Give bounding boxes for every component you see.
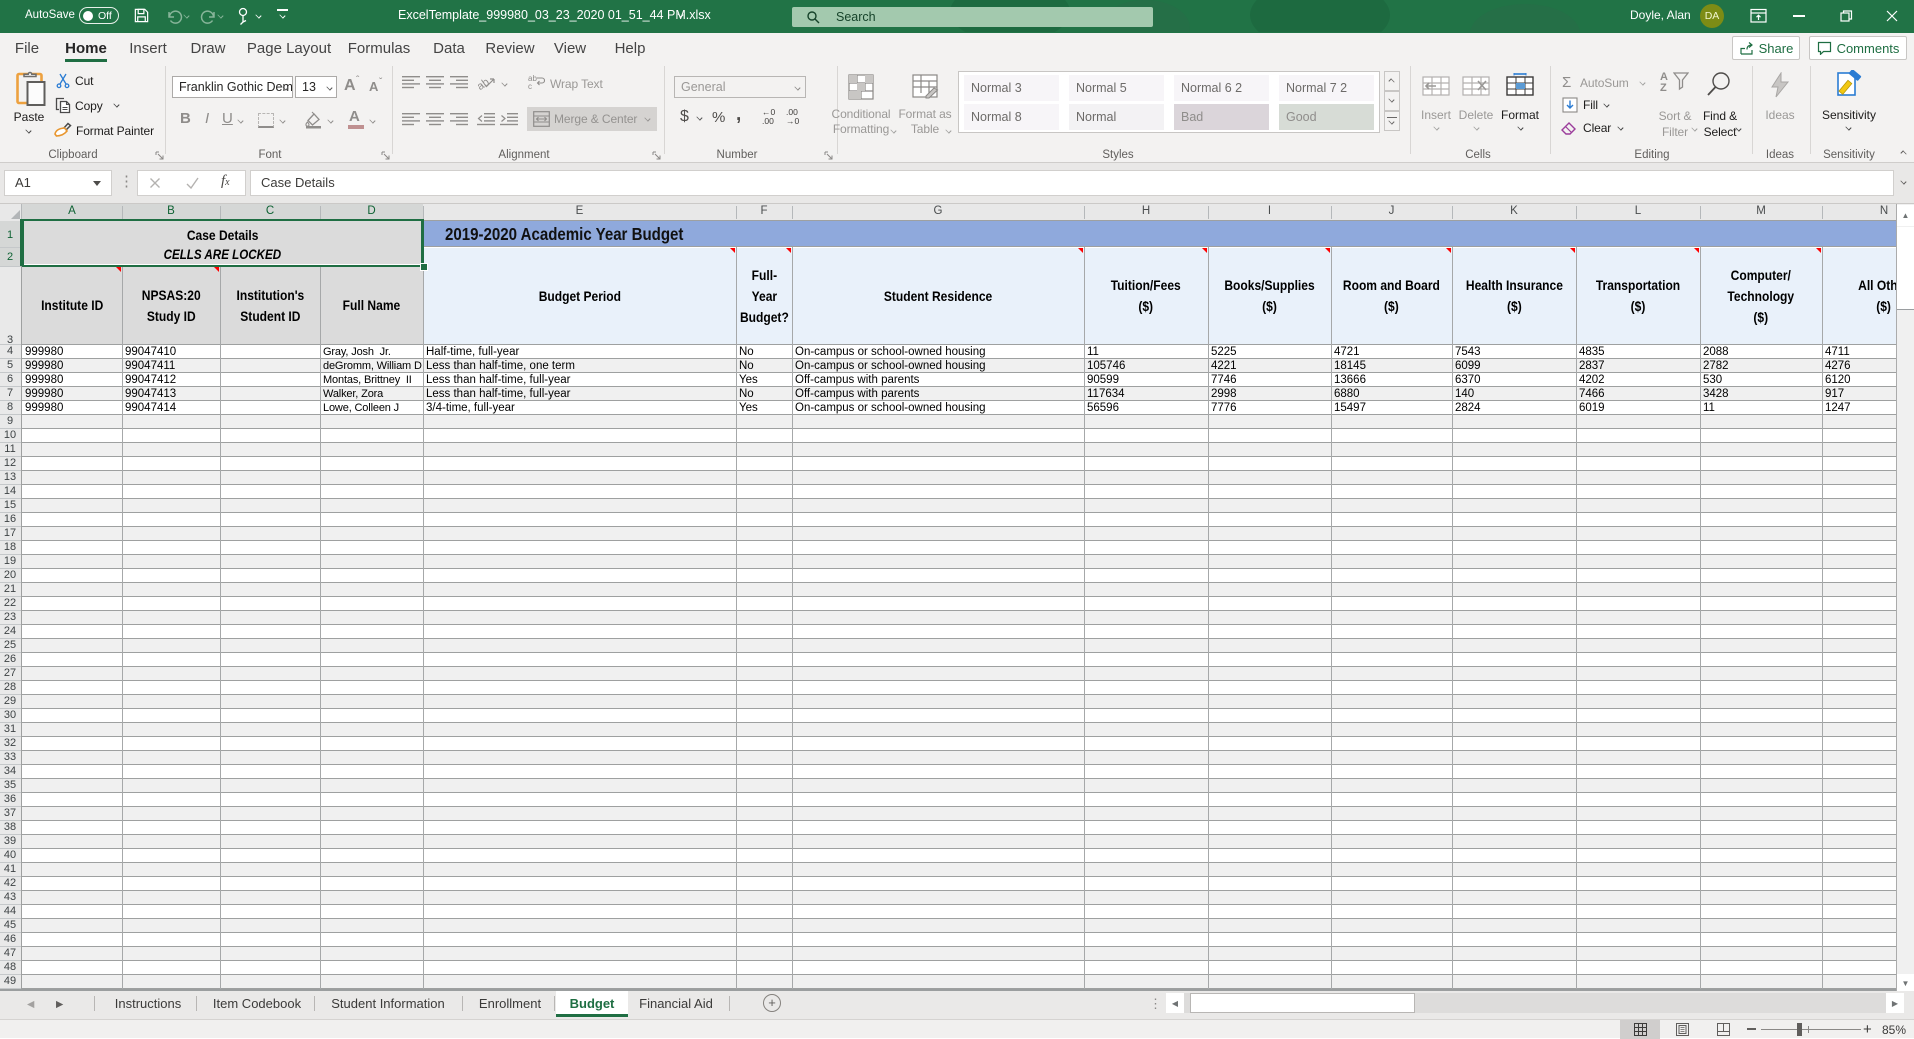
svg-text:c: c — [528, 82, 532, 90]
